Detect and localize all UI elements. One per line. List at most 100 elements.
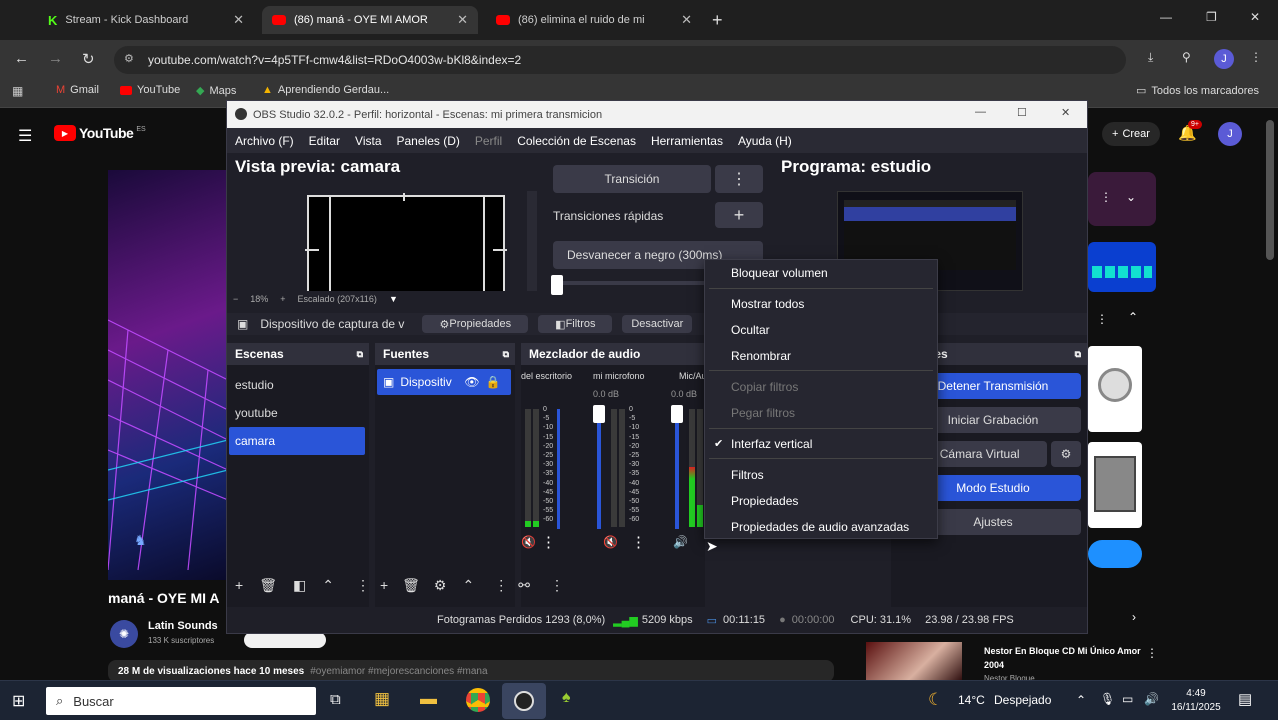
task-view-icon[interactable]: ⧉: [330, 691, 341, 708]
transition-menu-icon[interactable]: ⋮: [715, 165, 763, 193]
kebab-icon[interactable]: ⋮: [631, 533, 646, 551]
volume-fader[interactable]: [557, 409, 560, 529]
add-quick-transition-button[interactable]: +: [715, 202, 763, 228]
channel-avatar[interactable]: ✺: [110, 620, 138, 648]
download-icon[interactable]: ⤓: [1148, 50, 1153, 65]
volume-fader-handle[interactable]: [593, 405, 605, 423]
hamburger-icon[interactable]: ☰: [18, 126, 32, 146]
menu-ayuda[interactable]: Ayuda (H): [738, 134, 792, 148]
zoom-in-icon[interactable]: +: [280, 294, 285, 304]
speaker-icon[interactable]: 🔊: [673, 535, 688, 549]
menu-perfil[interactable]: Perfil: [475, 134, 502, 148]
minimize-icon[interactable]: —: [975, 106, 986, 118]
move-up-icon[interactable]: ⌃: [322, 577, 334, 594]
kebab-icon[interactable]: ⋮: [1100, 190, 1112, 204]
source-item[interactable]: ▣ Dispositiv 👁 🔒: [377, 369, 511, 395]
menu-paneles[interactable]: Paneles (D): [397, 134, 460, 148]
bookmark-aprendiendo[interactable]: ▲ Aprendiendo Gerdau...: [262, 84, 389, 96]
microphone-icon[interactable]: 🎙: [1100, 692, 1115, 706]
close-window-icon[interactable]: ✕: [1061, 106, 1070, 119]
undock-icon[interactable]: ⧉: [1075, 349, 1081, 360]
undock-icon[interactable]: ⧉: [503, 349, 509, 360]
obs-taskbar-button[interactable]: [502, 683, 546, 719]
address-bar[interactable]: ⚙ youtube.com/watch?v=4p5TFf-cmw4&list=R…: [114, 46, 1126, 74]
source-filters-button[interactable]: ◧ Filtros: [538, 315, 613, 333]
transition-slider-handle[interactable]: [551, 275, 563, 295]
profile-avatar[interactable]: J: [1214, 49, 1234, 69]
chevron-down-icon[interactable]: ⌄: [1126, 190, 1136, 204]
menu-item-filters[interactable]: Filtros: [731, 468, 764, 482]
remove-source-icon[interactable]: 🗑: [402, 577, 420, 594]
menu-item-show-all[interactable]: Mostrar todos: [731, 297, 804, 311]
related-video-title[interactable]: Nestor En Bloque CD Mi Único Amor 2004: [984, 644, 1144, 672]
transition-button[interactable]: Transición: [553, 165, 711, 193]
bookmark-maps[interactable]: ◆ Maps: [196, 84, 236, 98]
reload-icon[interactable]: ↻: [82, 50, 95, 68]
chevron-up-icon[interactable]: ⌃: [1128, 310, 1138, 324]
bookmark-gmail[interactable]: M Gmail: [56, 84, 99, 96]
preview-scrollbar[interactable]: [527, 191, 537, 291]
menu-herramientas[interactable]: Herramientas: [651, 134, 723, 148]
maximize-icon[interactable]: ☐: [1017, 106, 1027, 119]
preview-canvas[interactable]: [305, 193, 507, 291]
menu-item-lock-volume[interactable]: Bloquear volumen: [731, 266, 828, 280]
network-icon[interactable]: ▭: [1122, 692, 1133, 706]
volume-fader-handle[interactable]: [671, 405, 683, 423]
kebab-icon[interactable]: ⋮: [1096, 312, 1108, 326]
maximize-icon[interactable]: ❐: [1206, 10, 1217, 24]
product-thumbnail[interactable]: [1088, 442, 1142, 528]
menu-kebab-icon[interactable]: ⋮: [1250, 50, 1262, 64]
undock-icon[interactable]: ⧉: [357, 349, 363, 360]
menu-item-advanced-audio[interactable]: Propiedades de audio avanzadas: [731, 520, 909, 534]
back-icon[interactable]: ←: [14, 50, 29, 67]
chevron-right-icon[interactable]: ›: [1132, 610, 1136, 624]
scene-item[interactable]: estudio: [229, 371, 367, 399]
menu-archivo[interactable]: Archivo (F): [235, 134, 294, 148]
browser-tab[interactable]: (86) elimina el ruido de mi ✕: [486, 6, 702, 34]
source-settings-icon[interactable]: ⚙: [434, 577, 447, 594]
related-video-thumbnail[interactable]: [866, 642, 962, 680]
forward-icon[interactable]: →: [48, 50, 63, 67]
move-up-icon[interactable]: ⌃: [462, 577, 474, 594]
kebab-icon[interactable]: ⋮: [356, 577, 370, 594]
kebab-icon[interactable]: ⋮: [494, 577, 508, 594]
weather-temp[interactable]: 14°C: [958, 693, 985, 707]
add-source-icon[interactable]: +: [380, 577, 388, 593]
volume-icon[interactable]: 🔊: [1144, 692, 1159, 706]
weather-desc[interactable]: Despejado: [994, 693, 1051, 707]
settings-gear-icon[interactable]: ⚙: [1051, 441, 1081, 467]
remove-scene-icon[interactable]: 🗑: [259, 577, 277, 594]
menu-editar[interactable]: Editar: [309, 134, 340, 148]
speaker-muted-icon[interactable]: 🔇: [603, 535, 618, 549]
file-explorer-icon[interactable]: ▬: [420, 689, 437, 709]
clock[interactable]: 4:49 16/11/2025: [1168, 687, 1224, 715]
scene-item-selected[interactable]: camara: [229, 427, 365, 455]
mixer-link-icon[interactable]: ⚯: [518, 577, 530, 594]
menu-item-rename[interactable]: Renombrar: [731, 349, 791, 363]
notification-center-icon[interactable]: ▤: [1238, 690, 1252, 708]
menu-vista[interactable]: Vista: [355, 134, 381, 148]
video-player[interactable]: ♞: [108, 170, 228, 580]
all-bookmarks[interactable]: ▭ Todos los marcadores: [1136, 84, 1259, 98]
close-tab-icon[interactable]: ✕: [457, 12, 468, 28]
add-scene-icon[interactable]: +: [235, 577, 243, 593]
menu-coleccion-escenas[interactable]: Colección de Escenas: [517, 134, 636, 148]
browser-tab-active[interactable]: (86) maná - OYE MI AMOR ✕: [262, 6, 478, 34]
video-description[interactable]: 28 M de visualizaciones hace 10 meses #o…: [108, 660, 834, 682]
subscribe-button[interactable]: [244, 632, 326, 648]
close-tab-icon[interactable]: ✕: [681, 12, 692, 28]
minimize-icon[interactable]: —: [1160, 10, 1172, 24]
youtube-logo[interactable]: ▶ YouTube ES: [54, 125, 146, 141]
site-info-icon[interactable]: ⚙: [124, 52, 134, 65]
channel-name[interactable]: Latin Sounds: [148, 620, 218, 632]
zoom-out-icon[interactable]: −: [233, 294, 238, 304]
menu-item-hide[interactable]: Ocultar: [731, 323, 770, 337]
ad-banner[interactable]: [1088, 242, 1156, 292]
volume-fader[interactable]: [597, 409, 601, 529]
kebab-icon[interactable]: ⋮: [1146, 646, 1158, 660]
taskbar-search[interactable]: ⌕ Buscar: [46, 687, 316, 715]
close-tab-icon[interactable]: ✕: [233, 12, 244, 28]
apps-grid-icon[interactable]: ▦: [12, 84, 23, 98]
create-button[interactable]: + Crear: [1102, 122, 1160, 146]
browser-tab[interactable]: K Stream - Kick Dashboard ✕: [38, 6, 254, 34]
